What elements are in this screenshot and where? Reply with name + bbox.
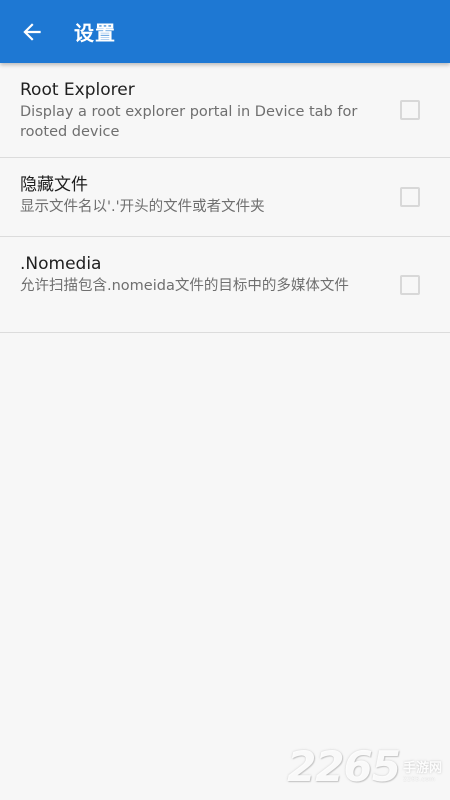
setting-root-explorer[interactable]: Root Explorer Display a root explorer po…	[0, 63, 450, 158]
setting-summary: Display a root explorer portal in Device…	[20, 104, 358, 140]
watermark-number: 2265	[287, 742, 401, 791]
arrow-left-icon	[19, 19, 45, 45]
hidden-files-checkbox[interactable]	[400, 187, 420, 207]
setting-summary: 允许扫描包含.nomeida文件的目标中的多媒体文件	[20, 278, 349, 294]
back-button[interactable]	[0, 0, 64, 63]
watermark-side: 手游网 2265.com	[403, 761, 442, 784]
page-title: 设置	[74, 21, 116, 45]
setting-title: Root Explorer	[20, 80, 135, 100]
watermark-url: 2265.com	[402, 776, 436, 783]
setting-nomedia[interactable]: .Nomedia 允许扫描包含.nomeida文件的目标中的多媒体文件	[0, 237, 450, 333]
setting-summary: 显示文件名以'.'开头的文件或者文件夹	[20, 199, 265, 215]
root-explorer-checkbox[interactable]	[400, 100, 420, 120]
app-toolbar: 设置	[0, 0, 450, 63]
setting-title: 隐藏文件	[20, 175, 88, 195]
site-watermark: 2265 手游网 2265.com	[287, 746, 442, 788]
watermark-text: 手游网	[402, 761, 442, 776]
settings-list: Root Explorer Display a root explorer po…	[0, 63, 450, 333]
nomedia-checkbox[interactable]	[400, 274, 420, 295]
settings-screen: 设置 Root Explorer Display a root explorer…	[0, 0, 450, 800]
setting-title: .Nomedia	[20, 254, 102, 274]
setting-hidden-files[interactable]: 隐藏文件 显示文件名以'.'开头的文件或者文件夹	[0, 158, 450, 237]
